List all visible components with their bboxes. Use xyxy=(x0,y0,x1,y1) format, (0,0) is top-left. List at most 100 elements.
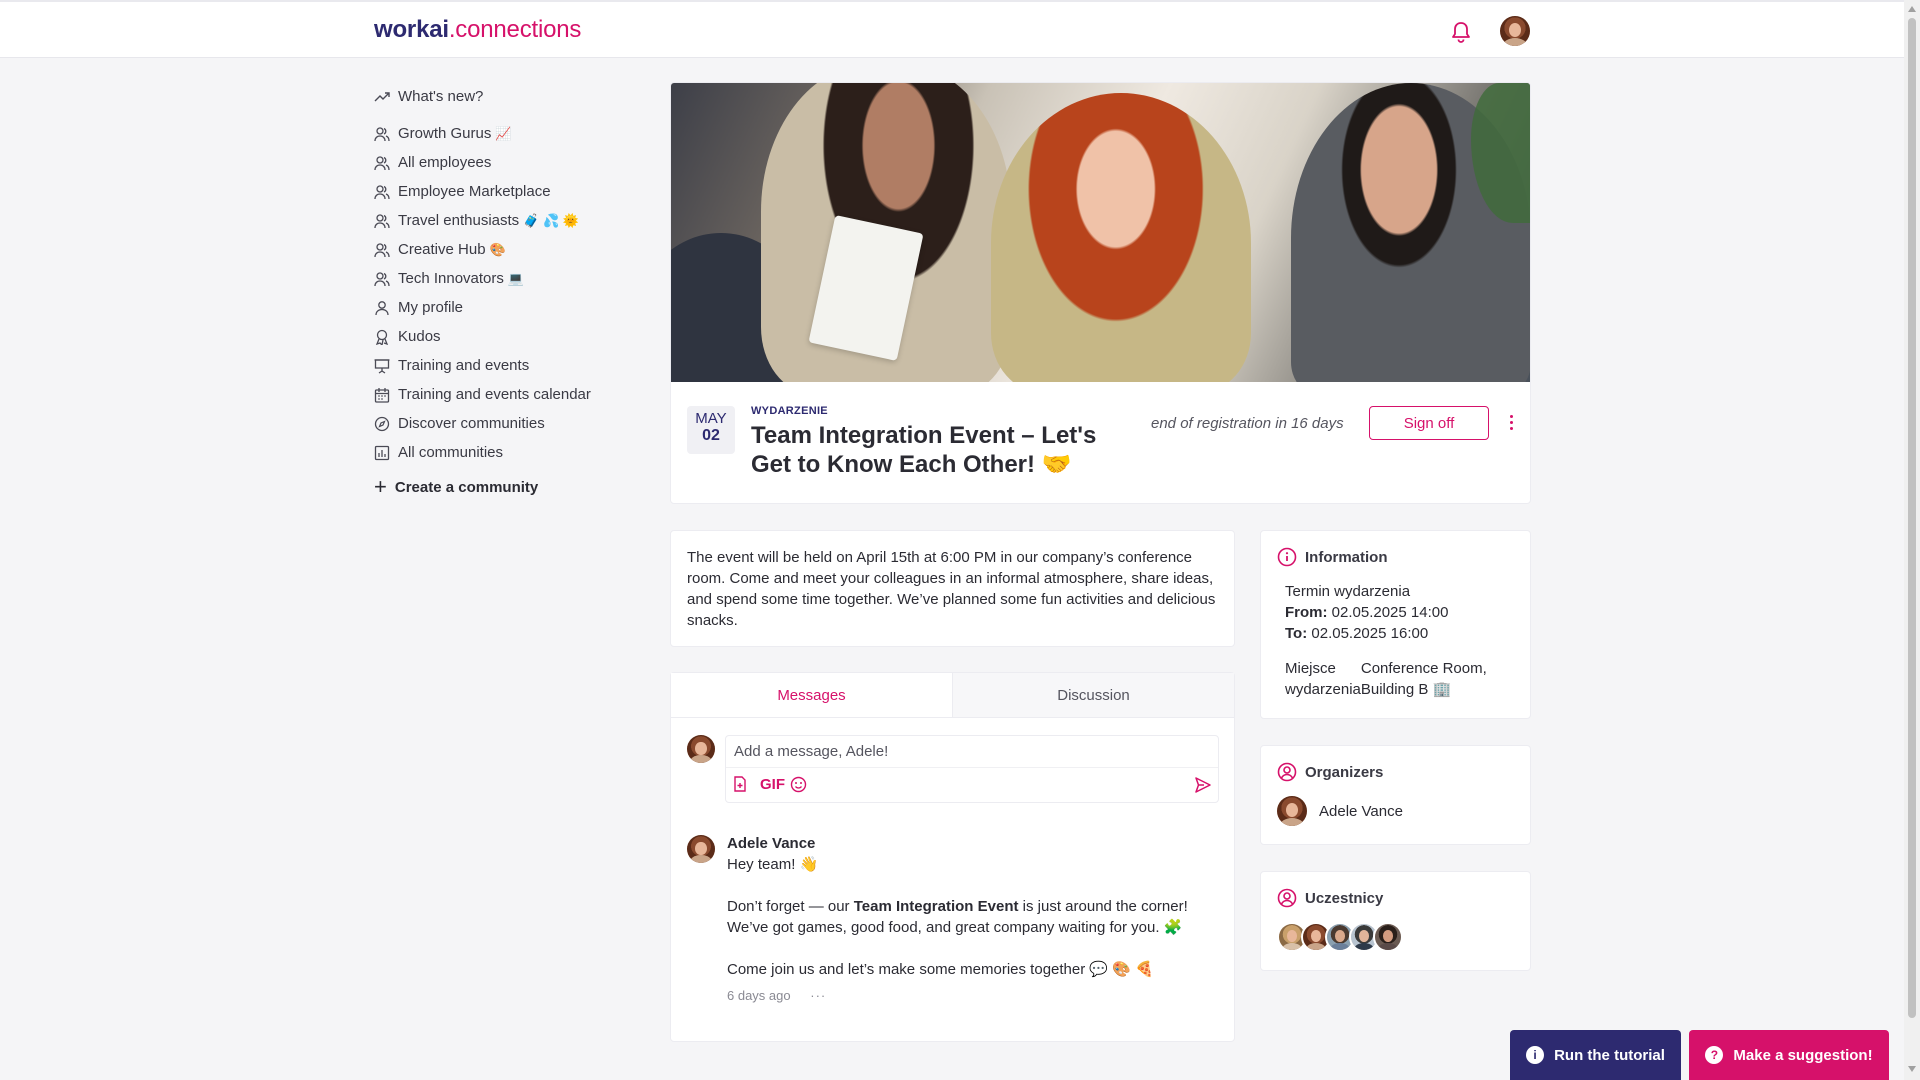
sidebar-item-label: My profile xyxy=(398,299,464,316)
user-icon xyxy=(374,300,390,316)
attach-file-icon[interactable] xyxy=(732,776,748,796)
organizer-item[interactable]: Adele Vance xyxy=(1261,782,1530,840)
plus-icon: + xyxy=(374,474,387,499)
sidebar-item-discover-communities[interactable]: Discover communities xyxy=(374,409,634,438)
bell-icon[interactable] xyxy=(1450,20,1472,44)
info-icon: i xyxy=(1526,1046,1545,1064)
message-line: Hey team! 👋 xyxy=(727,856,819,873)
sidebar-item-emoji: 🧳 💦 🌞 xyxy=(523,212,579,228)
avatar[interactable] xyxy=(1373,922,1403,952)
message-item: Adele Vance Hey team! 👋 Don’t forget — o… xyxy=(727,833,1197,1006)
award-icon xyxy=(374,329,390,345)
event-day: 02 xyxy=(702,427,720,444)
sidebar-item-employee-marketplace[interactable]: Employee Marketplace xyxy=(374,177,634,206)
sidebar-item-label: Training and events xyxy=(398,357,530,374)
sidebar-item-label: What's new? xyxy=(398,88,484,105)
question-icon: ? xyxy=(1705,1046,1724,1064)
sidebar-item-label: Discover communities xyxy=(398,415,545,432)
sidebar-item-emoji: 💻 xyxy=(507,270,525,286)
event-cover-image xyxy=(671,83,1530,382)
make-suggestion-button[interactable]: ? Make a suggestion! xyxy=(1689,1030,1889,1080)
make-suggestion-label: Make a suggestion! xyxy=(1733,1046,1873,1064)
sidebar-item-growth-gurus[interactable]: Growth Gurus 📈 xyxy=(374,119,634,148)
panel-title: Organizers xyxy=(1305,763,1384,781)
event-term: Termin wydarzenia From: 02.05.2025 14:00… xyxy=(1261,567,1530,644)
send-icon[interactable] xyxy=(1194,776,1212,798)
sidebar-item-tech-innovators[interactable]: Tech Innovators 💻 xyxy=(374,264,634,293)
sidebar-item-training-events[interactable]: Training and events xyxy=(374,351,634,380)
place-value: Conference Room, Building B 🏢 xyxy=(1360,660,1487,698)
panel-title: Uczestnicy xyxy=(1305,889,1384,907)
sidebar-item-all-employees[interactable]: All employees xyxy=(374,148,634,177)
sidebar-item-label: Growth Gurus xyxy=(398,125,492,142)
event-type-label: WYDARZENIE xyxy=(751,405,828,417)
panel-title: Information xyxy=(1305,548,1388,566)
term-from: From: 02.05.2025 14:00 xyxy=(1285,604,1449,621)
avatar xyxy=(687,835,715,863)
organizers-panel: Organizers Adele Vance xyxy=(1260,745,1531,845)
sidebar-nav: What's new? Growth Gurus 📈 All employees… xyxy=(374,82,634,501)
sidebar-item-my-profile[interactable]: My profile xyxy=(374,293,634,322)
sidebar-item-travel-enthusiasts[interactable]: Travel enthusiasts 🧳 💦 🌞 xyxy=(374,206,634,235)
app-logo[interactable]: workai.connections xyxy=(374,16,581,44)
event-month: MAY xyxy=(695,410,727,427)
event-description: The event will be held on April 15th at … xyxy=(670,530,1235,647)
sidebar-item-label: All communities xyxy=(398,444,504,461)
presentation-icon xyxy=(374,358,390,374)
logo-part2: .connections xyxy=(448,16,582,43)
message-meta: 6 days ago ··· xyxy=(727,985,1197,1006)
sidebar-item-creative-hub[interactable]: Creative Hub 🎨 xyxy=(374,235,634,264)
run-tutorial-button[interactable]: i Run the tutorial xyxy=(1510,1030,1681,1080)
compass-icon xyxy=(374,416,390,432)
run-tutorial-label: Run the tutorial xyxy=(1554,1046,1665,1064)
event-card: MAY 02 WYDARZENIE Team Integration Event… xyxy=(670,82,1531,504)
users-icon xyxy=(374,126,390,142)
message-composer: GIF xyxy=(725,735,1219,803)
organizer-name: Adele Vance xyxy=(1319,802,1403,820)
create-community-label: Create a community xyxy=(394,478,539,496)
message-author[interactable]: Adele Vance xyxy=(727,833,1197,854)
sidebar-item-training-calendar[interactable]: Training and events calendar xyxy=(374,380,634,409)
scrollbar-thumb[interactable] xyxy=(1908,18,1916,1018)
sidebar-item-label: Employee Marketplace xyxy=(398,183,551,200)
sidebar-item-label: Training and events calendar xyxy=(398,386,591,403)
create-community-button[interactable]: + Create a community xyxy=(374,473,634,501)
tab-bar: Messages Discussion xyxy=(671,673,1234,718)
participant-avatars xyxy=(1261,908,1530,966)
registration-status: end of registration in 16 days xyxy=(1151,415,1344,432)
users-icon xyxy=(374,184,390,200)
gif-button[interactable]: GIF xyxy=(760,776,785,793)
user-circle-icon xyxy=(1277,888,1297,908)
message-input[interactable] xyxy=(726,736,1218,768)
participants-panel: Uczestnicy xyxy=(1260,871,1531,971)
message-timestamp: 6 days ago xyxy=(727,988,791,1003)
sidebar-item-label: Travel enthusiasts xyxy=(398,212,520,229)
message-line: Don’t forget — our Team Integration Even… xyxy=(727,898,1188,936)
users-icon xyxy=(374,271,390,287)
sidebar-item-label: Tech Innovators xyxy=(398,270,504,287)
message-more-button[interactable]: ··· xyxy=(810,988,826,1003)
user-avatar[interactable] xyxy=(1500,16,1530,46)
event-date-badge: MAY 02 xyxy=(687,406,735,454)
sidebar-item-label: All employees xyxy=(398,154,492,171)
more-options-icon[interactable] xyxy=(1507,413,1515,433)
user-circle-icon xyxy=(1277,762,1297,782)
event-title: Team Integration Event – Let's Get to Kn… xyxy=(751,422,1097,478)
tab-messages[interactable]: Messages xyxy=(671,673,953,717)
tab-discussion[interactable]: Discussion xyxy=(953,673,1234,717)
scroll-down-arrow[interactable] xyxy=(1908,1066,1916,1072)
message-line: Come join us and let’s make some memorie… xyxy=(727,961,1154,978)
sidebar-item-emoji: 🎨 xyxy=(489,241,506,257)
trending-up-icon xyxy=(374,89,390,105)
sidebar-item-kudos[interactable]: Kudos xyxy=(374,322,634,351)
calendar-icon xyxy=(374,387,390,403)
sidebar-item-whats-new[interactable]: What's new? xyxy=(374,82,634,111)
users-icon xyxy=(374,155,390,171)
top-header: workai.connections xyxy=(0,0,1904,58)
sidebar-item-all-communities[interactable]: All communities xyxy=(374,438,634,467)
sign-off-button[interactable]: Sign off xyxy=(1369,406,1489,440)
emoji-icon[interactable] xyxy=(790,776,807,797)
page-scrollbar[interactable] xyxy=(1904,0,1920,1080)
scroll-up-arrow[interactable] xyxy=(1908,6,1916,12)
sidebar-item-label: Kudos xyxy=(398,328,441,345)
